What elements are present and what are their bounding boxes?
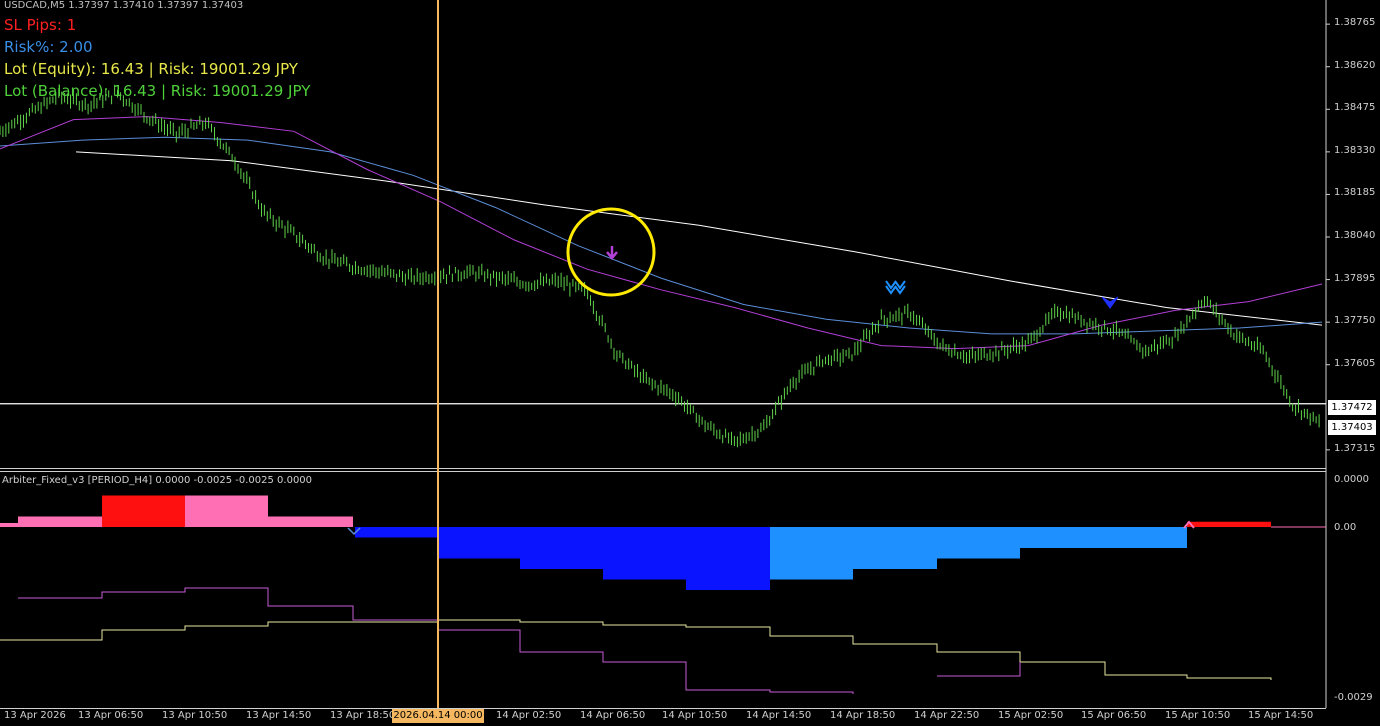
histogram-bar [770, 527, 853, 580]
histogram-bar [355, 527, 438, 538]
histogram-bar [603, 527, 686, 580]
histogram-bar [185, 495, 268, 527]
chart-background [0, 0, 1380, 726]
time-axis-label: 14 Apr 18:50 [830, 710, 896, 721]
last-price-tag: 1.37403 [1328, 420, 1376, 435]
price-axis-label: 1.37315 [1334, 442, 1376, 454]
time-axis-label: 13 Apr 10:50 [162, 710, 228, 721]
crosshair-date-tag: 2026.04.14 00:00 [392, 709, 484, 723]
price-axis-label: 1.37895 [1334, 272, 1376, 284]
indicator-axis-top: 0.0000 [1334, 474, 1369, 485]
histogram-bar [937, 527, 1020, 559]
lot-equity-label: Lot (Equity): 16.43 | Risk: 19001.29 JPY [4, 60, 298, 78]
time-axis-label: 13 Apr 14:50 [246, 710, 312, 721]
chart-canvas[interactable] [0, 0, 1380, 726]
time-axis-label: 14 Apr 14:50 [746, 710, 812, 721]
histogram-bar [1187, 521, 1271, 527]
symbol-line: USDCAD,M5 1.37397 1.37410 1.37397 1.3740… [4, 0, 244, 11]
time-axis-label: 15 Apr 02:50 [998, 710, 1064, 721]
indicator-axis-bottom: -0.0029 [1334, 692, 1373, 703]
histogram-bar [268, 516, 353, 527]
time-axis-label: 15 Apr 14:50 [1248, 710, 1314, 721]
price-axis-label: 1.37605 [1334, 357, 1376, 369]
time-axis-label: 14 Apr 22:50 [914, 710, 980, 721]
time-axis-label: 13 Apr 06:50 [78, 710, 144, 721]
histogram-bar [0, 523, 18, 527]
price-axis-label: 1.38475 [1334, 102, 1376, 114]
time-axis-label: 14 Apr 06:50 [580, 710, 646, 721]
price-axis-label: 1.38185 [1334, 187, 1376, 199]
current-price-tag: 1.37472 [1328, 400, 1376, 415]
time-axis-label: 14 Apr 02:50 [496, 710, 562, 721]
price-axis-label: 1.38330 [1334, 144, 1376, 156]
indicator-title: Arbiter_Fixed_v3 [PERIOD_H4] 0.0000 -0.0… [2, 475, 313, 486]
time-axis-label: 13 Apr 2026 [4, 710, 66, 721]
histogram-bar [853, 527, 937, 569]
time-axis-label: 14 Apr 10:50 [662, 710, 728, 721]
price-axis-label: 1.37750 [1334, 315, 1376, 327]
lot-balance-label: Lot (Balance): 16.43 | Risk: 19001.29 JP… [4, 82, 311, 100]
time-axis-label: 15 Apr 10:50 [1165, 710, 1231, 721]
price-axis-label: 1.38620 [1334, 59, 1376, 71]
histogram-bar [18, 516, 102, 527]
risk-percent-label: Risk%: 2.00 [4, 38, 93, 56]
indicator-axis-zero: 0.00 [1334, 522, 1357, 533]
price-axis-label: 1.38765 [1334, 17, 1376, 29]
histogram-bar [102, 495, 185, 527]
time-axis-label: 15 Apr 06:50 [1081, 710, 1147, 721]
histogram-bar [438, 527, 520, 559]
histogram-bar [1020, 527, 1187, 548]
histogram-bar [686, 527, 770, 590]
histogram-bar [520, 527, 603, 569]
sl-pips-label: SL Pips: 1 [4, 16, 77, 34]
background [0, 0, 1380, 726]
price-axis-label: 1.38040 [1334, 230, 1376, 241]
time-axis-label: 13 Apr 18:50 [330, 710, 396, 721]
